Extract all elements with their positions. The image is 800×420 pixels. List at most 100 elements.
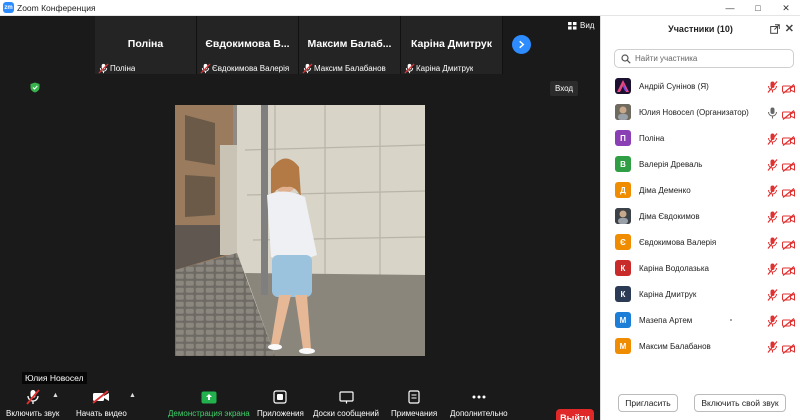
participant-name: Євдокимова Валерія bbox=[639, 237, 717, 247]
share-screen-label: Демонстрация экрана bbox=[168, 409, 250, 418]
mic-off-icon[interactable] bbox=[767, 210, 778, 223]
mic-off-icon bbox=[404, 62, 415, 74]
participant-name: Максим Балабанов bbox=[639, 341, 711, 351]
participant-search-box[interactable] bbox=[614, 49, 794, 68]
title-bar: zm Zoom Конференция — □ ✕ bbox=[0, 0, 800, 16]
security-shield-icon[interactable] bbox=[30, 82, 40, 93]
notes-button[interactable]: Примечания bbox=[391, 386, 437, 418]
video-off-icon[interactable] bbox=[782, 107, 795, 120]
video-off-icon[interactable] bbox=[782, 237, 795, 250]
next-page-button[interactable] bbox=[512, 35, 531, 54]
share-screen-icon bbox=[201, 391, 217, 403]
pop-out-icon[interactable] bbox=[770, 24, 780, 34]
participant-list: Андрій Сунінов (Я) Юлия Новосел (Организа… bbox=[601, 73, 800, 359]
avatar: Є bbox=[615, 234, 631, 250]
start-video-button[interactable]: Начать видео bbox=[76, 386, 127, 418]
chevron-right-icon bbox=[519, 40, 525, 49]
participant-name: Діма Євдокимов bbox=[639, 211, 700, 221]
close-panel-icon[interactable]: ✕ bbox=[785, 22, 794, 35]
participant-name: Каріна Дмитрук bbox=[639, 289, 697, 299]
speaker-video-frame bbox=[175, 105, 425, 356]
cursor-dot bbox=[730, 319, 732, 321]
participant-row[interactable]: К Каріна Водолазька bbox=[601, 255, 800, 281]
thumbnail-name-label: Максим Балабанов bbox=[314, 63, 386, 73]
unmute-me-button[interactable]: Включить свой звук bbox=[694, 394, 786, 412]
thumbnail-tile[interactable]: Поліна Поліна bbox=[95, 16, 197, 74]
mic-off-icon bbox=[302, 62, 313, 74]
avatar: В bbox=[615, 156, 631, 172]
avatar: К bbox=[615, 286, 631, 302]
share-screen-button[interactable]: Демонстрация экрана bbox=[168, 386, 250, 418]
window-title: Zoom Конференция bbox=[17, 2, 96, 13]
zoom-logo-icon: zm bbox=[3, 2, 14, 13]
participant-row[interactable]: Є Євдокимова Валерія bbox=[601, 229, 800, 255]
maximize-button[interactable]: □ bbox=[744, 0, 772, 16]
avatar: М bbox=[615, 338, 631, 354]
video-off-icon[interactable] bbox=[782, 263, 795, 276]
leave-meeting-button[interactable]: Выйти bbox=[556, 409, 594, 420]
thumbnail-display-name: Поліна bbox=[127, 38, 164, 50]
avatar: П bbox=[615, 130, 631, 146]
thumbnail-name-label: Поліна bbox=[110, 63, 136, 73]
mic-off-icon[interactable] bbox=[767, 262, 778, 275]
mic-on-icon[interactable] bbox=[767, 106, 778, 119]
participant-search-input[interactable] bbox=[635, 54, 785, 63]
minimize-button[interactable]: — bbox=[716, 0, 744, 16]
mic-off-icon[interactable] bbox=[767, 184, 778, 197]
video-off-icon[interactable] bbox=[782, 315, 795, 328]
video-off-icon[interactable] bbox=[782, 211, 795, 224]
participant-row[interactable]: М Мазепа Артем bbox=[601, 307, 800, 333]
notes-icon bbox=[408, 390, 420, 404]
grid-view-icon bbox=[568, 21, 577, 30]
participant-row[interactable]: Д Діма Деменко bbox=[601, 177, 800, 203]
video-off-icon[interactable] bbox=[782, 341, 795, 354]
thumbnail-display-name: Каріна Дмитрук bbox=[410, 38, 493, 50]
participant-thumbnail-strip: Поліна Поліна Євдокимова В... Євдокимова… bbox=[95, 16, 505, 74]
more-button[interactable]: Дополнительно bbox=[450, 386, 508, 418]
apps-label: Приложения bbox=[257, 409, 304, 418]
participant-row[interactable]: М Максим Балабанов bbox=[601, 333, 800, 359]
video-off-icon[interactable] bbox=[782, 133, 795, 146]
participant-row[interactable]: К Каріна Дмитрук bbox=[601, 281, 800, 307]
video-options-caret-icon[interactable]: ▲ bbox=[129, 392, 136, 399]
participant-row[interactable]: Діма Євдокимов bbox=[601, 203, 800, 229]
video-off-icon[interactable] bbox=[782, 159, 795, 172]
participant-row[interactable]: В Валерія Древаль bbox=[601, 151, 800, 177]
participant-row[interactable]: Андрій Сунінов (Я) bbox=[601, 73, 800, 99]
invite-button[interactable]: Пригласить bbox=[618, 394, 678, 412]
enter-button[interactable]: Вход bbox=[550, 81, 579, 96]
participant-row[interactable]: Юлия Новосел (Организатор) bbox=[601, 99, 800, 125]
mic-off-icon[interactable] bbox=[767, 236, 778, 249]
whiteboards-label: Доски сообщений bbox=[313, 409, 380, 418]
video-off-icon[interactable] bbox=[782, 289, 795, 302]
participant-name: Андрій Сунінов (Я) bbox=[639, 81, 709, 91]
mic-off-icon[interactable] bbox=[767, 314, 778, 327]
audio-options-caret-icon[interactable]: ▲ bbox=[52, 392, 59, 399]
thumbnail-tile[interactable]: Євдокимова В... Євдокимова Валерія bbox=[197, 16, 299, 74]
mic-off-icon bbox=[25, 389, 40, 405]
video-off-icon[interactable] bbox=[782, 81, 795, 94]
mic-off-icon[interactable] bbox=[767, 288, 778, 301]
participant-name: Каріна Водолазька bbox=[639, 263, 709, 273]
thumbnail-tile[interactable]: Максим Балаб... Максим Балабанов bbox=[299, 16, 401, 74]
thumbnail-tile[interactable]: Каріна Дмитрук Каріна Дмитрук bbox=[401, 16, 503, 74]
avatar bbox=[615, 104, 631, 120]
close-window-button[interactable]: ✕ bbox=[772, 0, 800, 16]
whiteboards-button[interactable]: Доски сообщений bbox=[313, 386, 379, 418]
unmute-button[interactable]: Включить звук bbox=[6, 386, 59, 418]
mic-off-icon[interactable] bbox=[767, 340, 778, 353]
unmute-label: Включить звук bbox=[6, 409, 60, 418]
video-off-icon bbox=[92, 390, 110, 404]
mic-off-icon[interactable] bbox=[767, 132, 778, 145]
apps-icon bbox=[273, 390, 288, 404]
participant-row[interactable]: П Поліна bbox=[601, 125, 800, 151]
video-off-icon[interactable] bbox=[782, 185, 795, 198]
thumbnail-name-label: Каріна Дмитрук bbox=[416, 63, 474, 73]
view-button[interactable]: Вид bbox=[568, 21, 594, 30]
participant-name: Валерія Древаль bbox=[639, 159, 703, 169]
mic-off-icon[interactable] bbox=[767, 158, 778, 171]
mic-off-icon[interactable] bbox=[767, 80, 778, 93]
panel-title: Участники (10) bbox=[668, 24, 733, 34]
apps-button[interactable]: Приложения bbox=[257, 386, 304, 418]
zoom-window: zm Zoom Конференция — □ ✕ Поліна Поліна … bbox=[0, 0, 800, 420]
